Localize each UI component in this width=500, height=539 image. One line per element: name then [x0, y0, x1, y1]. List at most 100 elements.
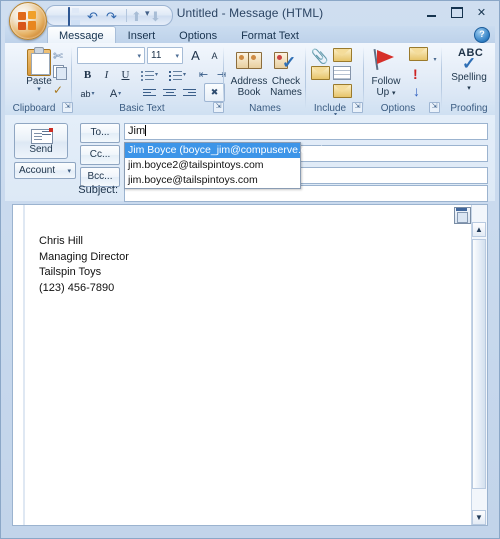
- autocomplete-item-2[interactable]: jim.boyce@tailspintoys.com: [125, 173, 300, 188]
- chevron-down-icon[interactable]: ▾: [118, 90, 121, 97]
- permission-button[interactable]: ▾: [409, 47, 437, 63]
- font-size-combo[interactable]: 11 ▾: [147, 47, 183, 64]
- bullets-button[interactable]: ▾: [139, 65, 160, 84]
- check-names-label-2: Names: [270, 87, 302, 98]
- attach-file-button[interactable]: 📎: [311, 48, 329, 64]
- align-left-icon: [143, 89, 156, 98]
- high-importance-button[interactable]: !: [413, 66, 431, 82]
- cut-button[interactable]: ✄: [53, 47, 71, 63]
- text-caret: [145, 125, 147, 136]
- cc-button-label: Cc...: [89, 149, 111, 160]
- send-label: Send: [29, 143, 53, 155]
- office-button[interactable]: [9, 2, 47, 40]
- chevron-down-icon[interactable]: ▾: [155, 71, 158, 78]
- send-button[interactable]: Send: [14, 123, 68, 159]
- format-painter-button[interactable]: ✓: [53, 81, 71, 97]
- text-highlight-button[interactable]: ab ▾: [77, 84, 98, 103]
- shrink-font-button[interactable]: A: [204, 46, 225, 65]
- underline-button[interactable]: U: [115, 65, 136, 84]
- calendar-button[interactable]: [333, 66, 351, 82]
- recipient-autocomplete-list[interactable]: Jim Boyce (boyce_jim@compuserve.com) jim…: [124, 142, 324, 189]
- chevron-down-icon[interactable]: ▾: [392, 90, 396, 97]
- tab-insert[interactable]: Insert: [116, 26, 168, 44]
- business-card-icon: [333, 48, 352, 62]
- italic-button[interactable]: I: [96, 65, 117, 84]
- chevron-down-icon[interactable]: ▾: [433, 57, 436, 63]
- grow-font-button[interactable]: A: [185, 46, 206, 65]
- align-left-button[interactable]: [139, 84, 160, 103]
- business-card-button[interactable]: ▾: [333, 48, 359, 82]
- ribbon-tab-row: Message Insert Options Format Text ?: [5, 26, 495, 44]
- font-color-button[interactable]: A ▾: [105, 84, 126, 103]
- outlook-message-window: ↶ ↷ ⬆ ⬇ ▾ Untitled - Message (HTML) ✕ Me…: [0, 0, 500, 539]
- body-line-1: Managing Director: [39, 250, 129, 263]
- group-label-options: Options: [380, 103, 416, 114]
- bold-button[interactable]: B: [77, 65, 98, 84]
- minimize-button[interactable]: [420, 4, 443, 21]
- group-label-clipboard: Clipboard: [12, 103, 56, 114]
- font-color-icon: A: [109, 87, 118, 100]
- attach-item-button[interactable]: [311, 66, 330, 82]
- paste-options-icon[interactable]: [454, 207, 471, 224]
- ribbon-group-options: Follow Up ▾ ▾ ! ↓ Options ⇲: [365, 44, 442, 114]
- autocomplete-item-0[interactable]: Jim Boyce (boyce_jim@compuserve.com): [125, 143, 324, 158]
- spelling-button[interactable]: ABC ✓ Spelling ▾: [447, 46, 491, 94]
- address-book-button[interactable]: Address Book: [229, 46, 269, 98]
- ribbon-group-include: 📎 ▾ ▾ Include ⇲: [307, 44, 364, 118]
- help-icon[interactable]: ?: [474, 27, 490, 43]
- include-dialog-launcher[interactable]: ⇲: [352, 102, 363, 113]
- body-scrollbar[interactable]: ▲ ▼: [471, 205, 487, 525]
- high-importance-icon: !: [413, 66, 418, 82]
- highlight-icon: ab: [80, 88, 91, 99]
- bcc-button-label: Bcc...: [87, 171, 113, 182]
- align-right-icon: [183, 89, 196, 98]
- font-name-combo[interactable]: ▾: [77, 47, 145, 64]
- decrease-indent-icon: ⇤: [198, 69, 209, 81]
- options-dialog-launcher[interactable]: ⇲: [429, 102, 440, 113]
- close-button[interactable]: ✕: [470, 4, 493, 21]
- message-body[interactable]: Chris Hill Managing Director Tailspin To…: [12, 204, 488, 526]
- clear-formatting-button[interactable]: ✖: [204, 83, 225, 102]
- tab-format-text[interactable]: Format Text: [229, 26, 311, 44]
- numbering-button[interactable]: ▾: [167, 65, 188, 84]
- autocomplete-item-2-label: jim.boyce@tailspintoys.com: [128, 174, 258, 186]
- chevron-down-icon[interactable]: ▾: [92, 90, 95, 97]
- tab-options[interactable]: Options: [167, 26, 229, 44]
- scroll-up-button[interactable]: ▲: [472, 222, 486, 237]
- title-bar: ↶ ↷ ⬆ ⬇ ▾ Untitled - Message (HTML) ✕: [5, 1, 495, 40]
- to-input-value: Jim: [128, 125, 146, 137]
- scroll-down-button[interactable]: ▼: [472, 510, 486, 525]
- autocomplete-item-0-label: Jim Boyce (boyce_jim@compuserve.com): [128, 144, 325, 156]
- check-names-label-1: Check: [271, 76, 301, 87]
- group-separator: [441, 47, 442, 109]
- cc-button[interactable]: Cc...: [80, 145, 120, 165]
- paste-dropdown-caret-icon[interactable]: ▾: [37, 86, 41, 93]
- autocomplete-item-1[interactable]: jim.boyce2@tailspintoys.com: [125, 158, 300, 173]
- account-label: Account: [19, 165, 56, 176]
- low-importance-button[interactable]: ↓: [413, 83, 431, 99]
- window-controls: ✕: [420, 4, 493, 21]
- align-right-button[interactable]: [179, 84, 200, 103]
- account-button[interactable]: Account ▾: [14, 162, 76, 179]
- check-names-icon: ✓: [271, 46, 301, 76]
- to-input[interactable]: Jim: [124, 123, 488, 140]
- to-button[interactable]: To...: [80, 123, 120, 143]
- tab-message[interactable]: Message: [47, 26, 116, 44]
- clear-formatting-icon: ✖: [210, 87, 219, 97]
- copy-button[interactable]: [53, 64, 71, 80]
- scrollbar-thumb[interactable]: [472, 239, 486, 489]
- check-names-button[interactable]: ✓ Check Names: [267, 46, 305, 98]
- autocomplete-item-1-label: jim.boyce2@tailspintoys.com: [128, 159, 264, 171]
- follow-up-flag-icon: [371, 46, 401, 76]
- maximize-button[interactable]: [445, 4, 468, 21]
- follow-up-button[interactable]: Follow Up ▾: [367, 46, 405, 99]
- to-button-label: To...: [90, 127, 110, 138]
- clipboard-icon: [26, 47, 52, 76]
- chevron-down-icon[interactable]: ▾: [183, 71, 186, 78]
- chevron-down-icon[interactable]: ▾: [467, 83, 471, 94]
- align-center-button[interactable]: [159, 84, 180, 103]
- signature-button[interactable]: ▾: [333, 84, 359, 118]
- signature-icon: [333, 84, 352, 98]
- permission-icon: [409, 47, 428, 61]
- ribbon-group-names: Address Book ✓ Check Names Names: [225, 44, 306, 114]
